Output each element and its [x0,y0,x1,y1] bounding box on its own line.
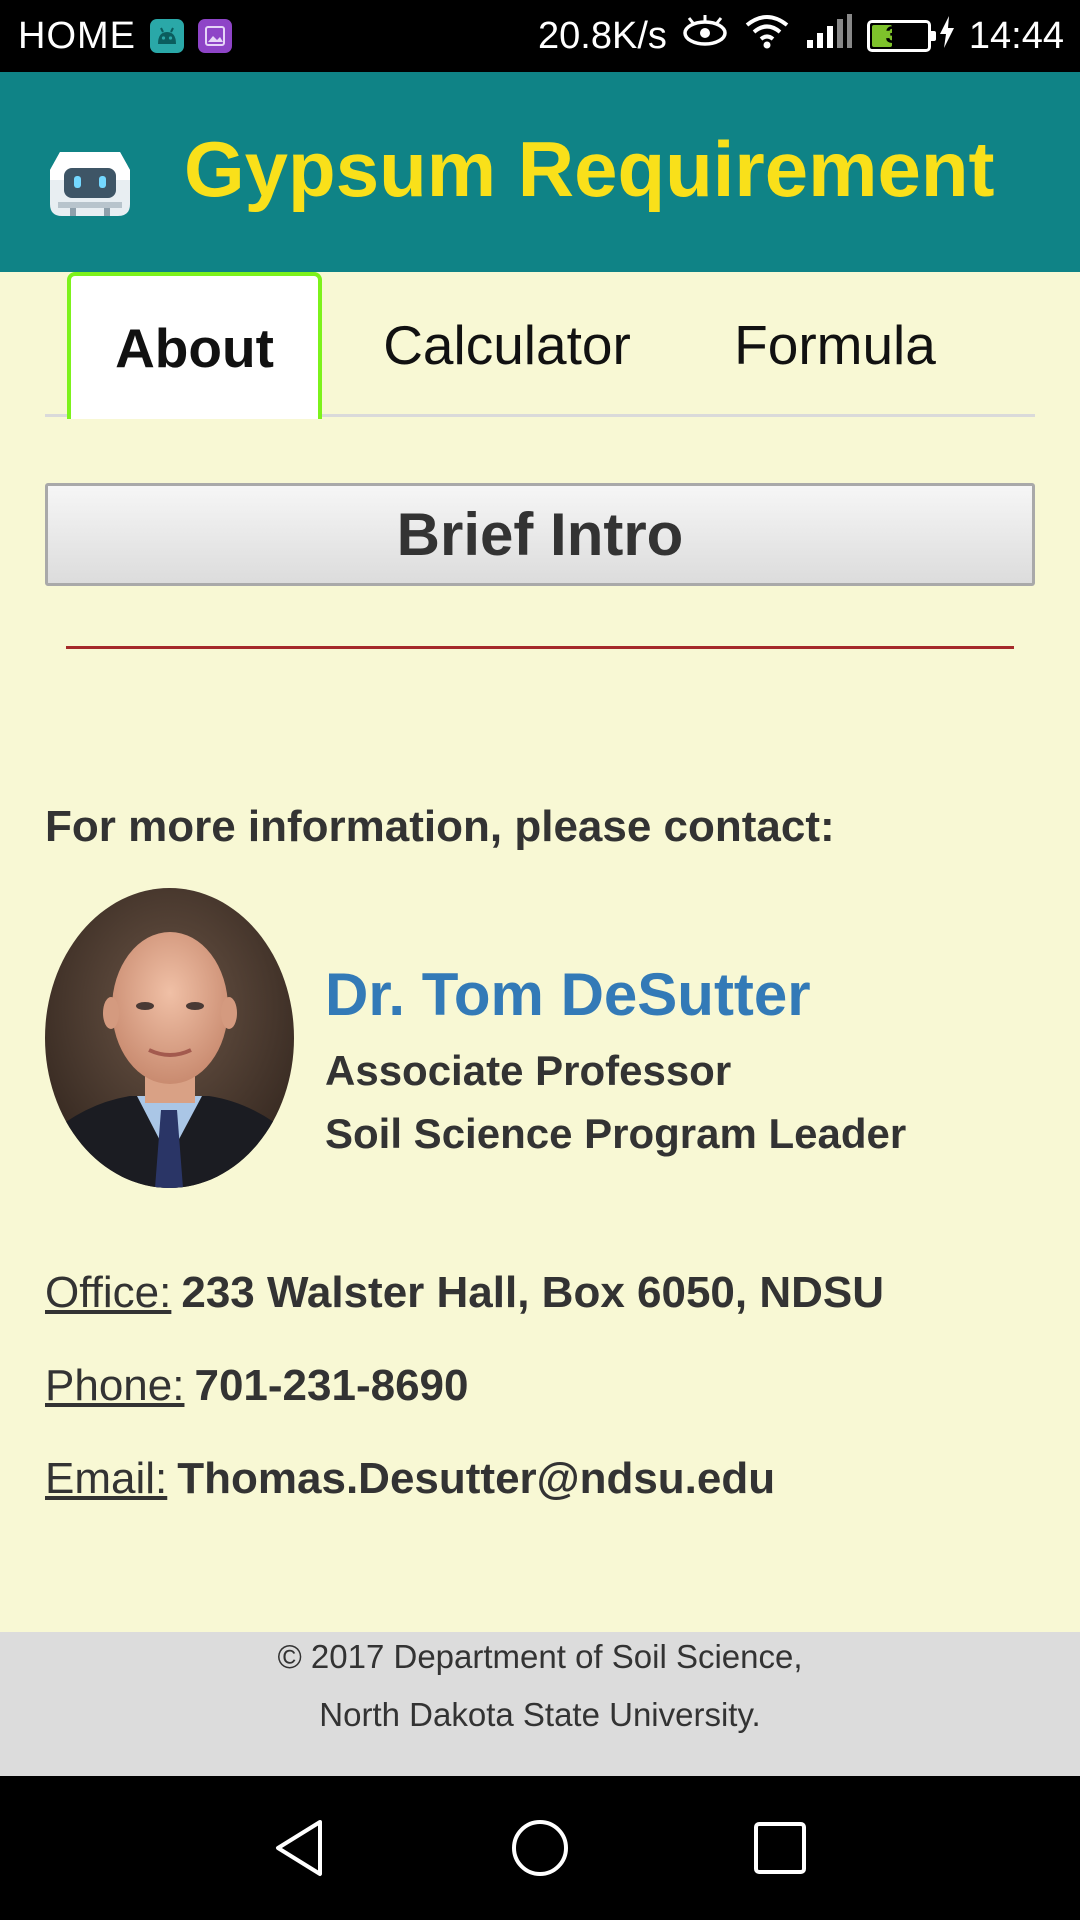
footer-copyright: © 2017 Department of Soil Science, [277,1638,803,1675]
clock: 14:44 [968,14,1064,57]
signal-icon [805,14,853,58]
eye-icon [681,14,729,58]
office-value: 233 Walster Hall, Box 6050, NDSU [181,1268,885,1317]
navigation-bar [0,1776,1080,1920]
contact-heading: For more information, please contact: [45,802,835,851]
battery-level: 35 [885,22,913,49]
email-label: Email: [45,1454,168,1503]
tab-formula[interactable]: Formula [705,272,965,417]
app-header: Gypsum Requirement [0,72,1080,272]
carrier-label: HOME [18,14,136,57]
contact-role: Soil Science Program Leader [325,1110,907,1157]
tab-about[interactable]: About [67,272,322,419]
office-line: Office: 233 Walster Hall, Box 6050, NDSU [45,1268,884,1318]
email-value[interactable]: Thomas.Desutter@ndsu.edu [177,1454,775,1503]
status-bar: HOME 20.8K/s 35 14:44 [0,0,1080,72]
brief-intro-button[interactable]: Brief Intro [45,483,1035,586]
office-label: Office: [45,1268,172,1317]
battery-icon: 35 [866,20,936,52]
contact-photo [45,888,294,1188]
android-app-icon [150,19,184,53]
tab-bar: About Calculator Formula [45,272,1035,419]
phone-value[interactable]: 701-231-8690 [194,1361,468,1410]
main-content: About Calculator Formula Brief Intro For… [0,272,1080,1632]
contact-title: Associate Professor [325,1047,732,1094]
phone-line: Phone: 701-231-8690 [45,1361,468,1411]
robot-app-icon [46,146,134,222]
divider [66,646,1014,649]
recents-icon[interactable] [720,1776,840,1920]
email-line: Email: Thomas.Desutter@ndsu.edu [45,1454,775,1504]
wifi-icon [743,13,791,59]
tab-calculator[interactable]: Calculator [357,272,657,417]
app-title: Gypsum Requirement [184,125,995,213]
home-icon[interactable] [480,1776,600,1920]
gallery-app-icon [198,19,232,53]
contact-name: Dr. Tom DeSutter [325,961,811,1028]
phone-label: Phone: [45,1361,185,1410]
charging-icon [939,15,955,58]
network-speed: 20.8K/s [538,14,667,57]
back-icon[interactable] [240,1776,360,1920]
footer-university: North Dakota State University. [319,1696,761,1733]
footer: © 2017 Department of Soil Science, North… [0,1632,1080,1776]
